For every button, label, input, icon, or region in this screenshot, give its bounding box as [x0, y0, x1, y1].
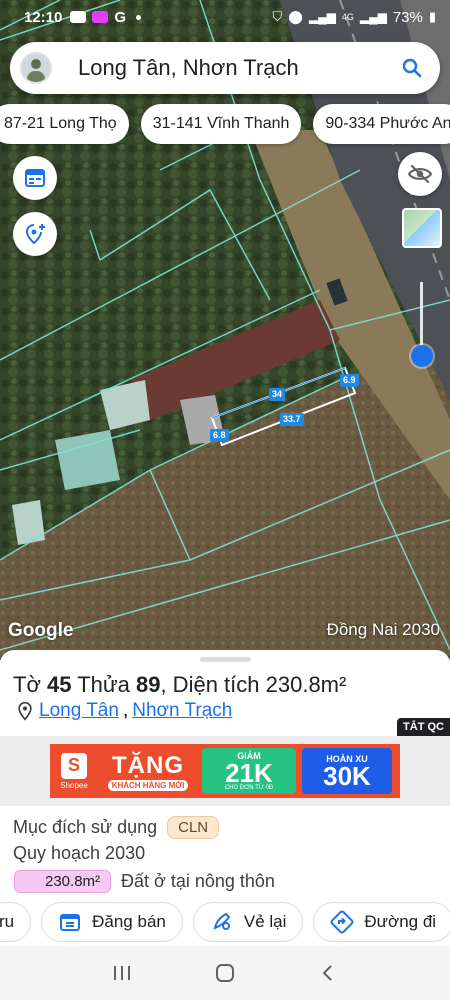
map-view[interactable]: 34 33.7 6.8 6.9 12:10 G ⛉ ⬤ ▂▄▆ 4G ▂▄▆ 7…: [0, 0, 450, 660]
search-icon[interactable]: [400, 56, 424, 80]
shopee-logo: S Shopee: [50, 744, 98, 798]
action-label: Đăng bán: [92, 912, 166, 931]
action-label: ru: [0, 912, 15, 931]
app-notification-icon: [92, 11, 109, 23]
youtube-icon: [70, 11, 87, 23]
add-location-icon: [25, 224, 45, 245]
suggestion-chips: 87-21 Long Thọ 31-141 Vĩnh Thanh 90-334 …: [0, 104, 450, 144]
parcel-info-sheet: Tờ 45 Thửa 89, Diện tích 230.8m² Long Tâ…: [0, 650, 450, 946]
calendar-grid-icon: [25, 169, 45, 187]
separator: ,: [122, 700, 129, 721]
search-bar[interactable]: Long Tân, Nhơn Trạch: [10, 42, 440, 94]
map-layer-thumbnail[interactable]: [402, 208, 442, 248]
recent-apps-icon: [113, 966, 130, 980]
ad-banner[interactable]: S Shopee TẶNG KHÁCH HÀNG MỚI GIẢM 21K CH…: [50, 744, 400, 798]
add-location-button[interactable]: [13, 212, 57, 256]
status-bar: 12:10 G ⛉ ⬤ ▂▄▆ 4G ▂▄▆ 73% ▮: [0, 0, 450, 34]
location-icon: ⬤: [288, 9, 303, 24]
back-icon: [322, 965, 333, 981]
dimension-label: 33.7: [280, 413, 304, 426]
chip-suggestion[interactable]: 31-141 Vĩnh Thanh: [140, 104, 302, 144]
back-button[interactable]: [313, 958, 343, 988]
more-notifications-icon: [136, 14, 142, 20]
battery-icon: ▮: [428, 9, 436, 24]
sheet-drag-handle[interactable]: [200, 657, 251, 662]
system-navigation-bar: [0, 946, 450, 1000]
area-value: 230.8m²: [265, 672, 347, 697]
ad-brand: Shopee: [60, 780, 88, 790]
action-button-partial[interactable]: ru: [0, 902, 32, 942]
dimension-label: 34: [269, 388, 286, 401]
district-link[interactable]: Nhơn Trạch: [132, 700, 232, 722]
parcel-title: Tờ 45 Thửa 89, Diện tích 230.8m²: [13, 672, 346, 698]
search-input[interactable]: Long Tân, Nhơn Trạch: [78, 55, 400, 81]
network-type: 4G: [341, 12, 354, 22]
home-icon: [215, 964, 234, 982]
toggle-visibility-button[interactable]: [398, 152, 442, 196]
plan-detail-row: 230.8m² Đất ở tại nông thôn: [14, 870, 275, 893]
status-time: 12:10: [24, 8, 63, 26]
directions-icon: [330, 910, 354, 934]
chip-suggestion[interactable]: 90-334 Phước An: [313, 104, 450, 144]
redraw-button[interactable]: Vẻ lại: [192, 902, 304, 942]
avatar[interactable]: [20, 52, 52, 84]
land-use-badge: CLN: [167, 816, 220, 839]
plan-area-badge: 230.8m²: [14, 870, 112, 893]
location-pin-icon: [18, 701, 32, 721]
ad-offer-value: 21K: [225, 758, 273, 788]
hide-ads-button[interactable]: TẮT QC: [397, 718, 450, 736]
signal-icon: ▂▄▆: [359, 10, 387, 24]
map-list-button[interactable]: [13, 156, 57, 200]
plan-label: Quy hoạch 2030: [13, 843, 146, 863]
google-logo: Google: [8, 620, 74, 641]
chip-suggestion[interactable]: 87-21 Long Thọ: [0, 104, 129, 144]
list-for-sale-button[interactable]: Đăng bán: [41, 902, 183, 942]
land-use-row: Mục đích sử dụng CLN: [13, 816, 220, 839]
action-label: Vẻ lại: [243, 912, 287, 931]
plot-number: 89: [135, 672, 161, 697]
sheet-number: 45: [47, 672, 72, 697]
ad-offer-cashback: HOÀN XU 30K: [302, 748, 392, 794]
listing-icon: [60, 914, 81, 931]
directions-button[interactable]: Đường đi: [313, 902, 450, 942]
ad-headline: TẶNG: [112, 751, 184, 779]
dimension-label: 6.9: [340, 374, 359, 387]
plan-type: Đất ở tại nông thôn: [121, 871, 275, 891]
signal-icon: ▂▄▆: [308, 10, 336, 24]
land-use-label: Mục đích sử dụng: [13, 817, 158, 837]
eye-off-icon: [407, 164, 433, 184]
action-label: Đường đi: [364, 912, 437, 931]
parcel-location: Long Tân, Nhơn Trạch: [15, 700, 232, 722]
google-icon: G: [114, 8, 127, 26]
plot-label: Thửa: [77, 672, 130, 697]
shopping-bag-icon: S: [61, 752, 87, 779]
recent-apps-button[interactable]: [107, 958, 137, 988]
action-bar: ru Đăng bán Vẻ lại Đường đi: [0, 902, 450, 942]
shield-icon: ⛉: [272, 9, 283, 24]
ad-offer-note: CHO ĐƠN TỪ 0Đ: [224, 785, 274, 791]
ad-container: S Shopee TẶNG KHÁCH HÀNG MỚI GIẢM 21K CH…: [0, 736, 450, 806]
area-label: , Diện tích: [160, 672, 260, 697]
dimension-label: 6.8: [210, 429, 229, 442]
plan-row: Quy hoạch 2030: [13, 843, 145, 864]
ad-offer-value: 30K: [323, 761, 371, 791]
ad-subline: KHÁCH HÀNG MỚI: [107, 779, 189, 791]
sheet-label: Tờ: [13, 672, 41, 697]
ad-offer-discount: GIẢM 21K CHO ĐƠN TỪ 0Đ: [202, 748, 296, 794]
battery-level: 73%: [392, 8, 423, 26]
commune-link[interactable]: Long Tân: [39, 700, 119, 722]
home-button[interactable]: [210, 958, 240, 988]
satellite-imagery: [0, 0, 450, 660]
opacity-slider-handle[interactable]: [411, 345, 433, 367]
draw-icon: [213, 912, 231, 930]
map-watermark: Đồng Nai 2030: [326, 620, 440, 639]
